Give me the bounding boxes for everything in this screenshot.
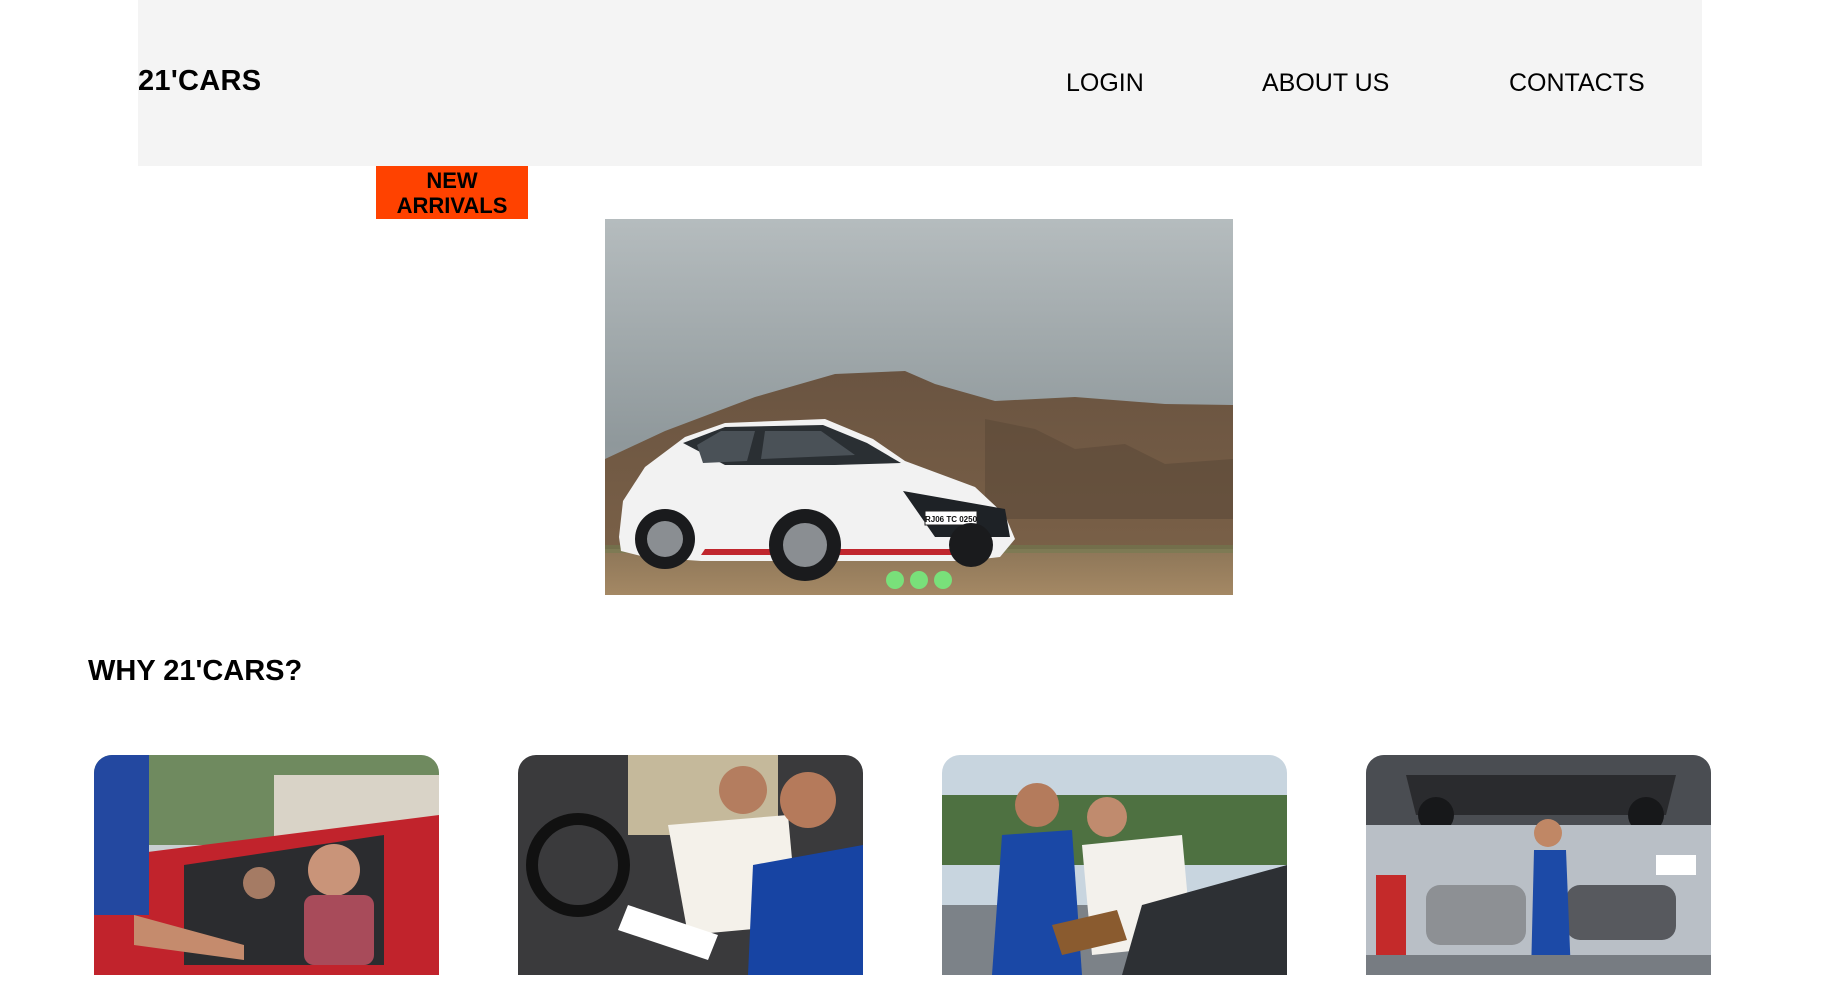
carousel-dot-3[interactable] [934, 571, 952, 589]
carousel-dot-1[interactable] [886, 571, 904, 589]
why-card-driver[interactable] [518, 755, 863, 975]
hero-carousel[interactable]: RJ06 TC 0250 [605, 219, 1233, 595]
license-plate-text: RJ06 TC 0250 [925, 515, 978, 524]
service-photo [1366, 755, 1711, 975]
site-header: 21'CARS LOGIN ABOUT US CONTACTS [138, 0, 1702, 166]
inspection-photo [942, 755, 1287, 975]
nav-contacts-link[interactable]: CONTACTS [1509, 69, 1645, 98]
logo[interactable]: 21'CARS [138, 65, 261, 98]
handshake-photo [94, 755, 439, 975]
driver-photo [518, 755, 863, 975]
why-card-inspection[interactable] [942, 755, 1287, 975]
why-card-handshake[interactable] [94, 755, 439, 975]
carousel-indicators [605, 571, 1233, 589]
why-section-title: WHY 21'CARS? [88, 655, 303, 687]
nav-about-us-link[interactable]: ABOUT US [1262, 69, 1389, 98]
new-arrivals-badge: NEW ARRIVALS [376, 166, 528, 219]
why-card-service[interactable] [1366, 755, 1711, 975]
carousel-dot-2[interactable] [910, 571, 928, 589]
carousel-slide-image: RJ06 TC 0250 [605, 219, 1233, 595]
nav-login-link[interactable]: LOGIN [1066, 69, 1144, 98]
